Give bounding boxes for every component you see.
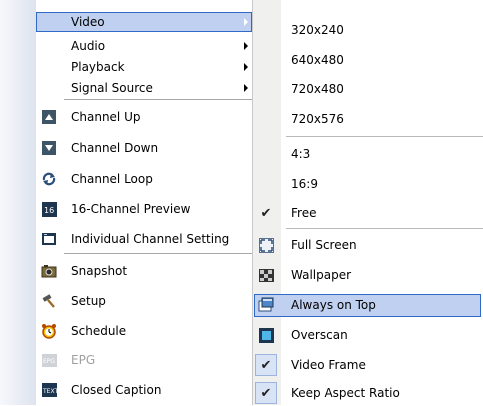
- submenu-item-label: Always on Top: [291, 298, 376, 312]
- menu-item-label: Audio: [71, 39, 106, 53]
- menu-item-schedule[interactable]: Schedule: [0, 321, 258, 341]
- submenu-item-free[interactable]: ✔ Free: [252, 200, 483, 226]
- menu-item-label: Snapshot: [71, 264, 128, 278]
- submenu-item-4-3[interactable]: 4:3: [252, 141, 483, 167]
- video-submenu: 320x240 640x480 720x480 720x576 4:3 16:9…: [252, 0, 483, 405]
- submenu-item-always-on-top[interactable]: Always on Top: [252, 292, 483, 318]
- epg-icon: EPG: [41, 352, 57, 368]
- submenu-item-overscan[interactable]: Overscan: [252, 322, 483, 348]
- submenu-item-320x240[interactable]: 320x240: [252, 17, 483, 43]
- submenu-arrow-icon: [244, 18, 248, 26]
- menu-item-video[interactable]: Video: [0, 13, 258, 31]
- text-icon: TEXT: [41, 382, 57, 398]
- menu-item-channel-loop[interactable]: Channel Loop: [0, 169, 258, 189]
- menu-separator: [64, 253, 252, 254]
- channel-loop-icon: [41, 171, 57, 187]
- menu-item-signal-source[interactable]: Signal Source: [0, 79, 258, 97]
- fullscreen-icon: [258, 237, 274, 253]
- menu-item-label: Individual Channel Setting: [71, 232, 230, 246]
- submenu-separator: [286, 136, 483, 137]
- menu-item-label: Schedule: [71, 324, 127, 338]
- submenu-item-full-screen[interactable]: Full Screen: [252, 232, 483, 258]
- svg-text:TEXT: TEXT: [42, 388, 57, 395]
- submenu-item-label: Wallpaper: [291, 268, 352, 282]
- overscan-icon: [258, 327, 274, 343]
- menu-item-individual-channel-setting[interactable]: Individual Channel Setting: [0, 229, 258, 249]
- menu-item-channel-up[interactable]: Channel Up: [0, 107, 258, 127]
- submenu-arrow-icon: [244, 42, 248, 50]
- menu-item-channel-down[interactable]: Channel Down: [0, 138, 258, 158]
- menu-item-label: Closed Caption: [71, 383, 162, 397]
- menu-item-setup[interactable]: Setup: [0, 291, 258, 311]
- menu-item-snapshot[interactable]: Snapshot: [0, 261, 258, 281]
- submenu-arrow-icon: [244, 84, 248, 92]
- menu-item-label: 16-Channel Preview: [71, 202, 191, 216]
- checkmark-icon: ✔: [260, 385, 272, 401]
- svg-text:16: 16: [44, 206, 54, 215]
- submenu-item-720x576[interactable]: 720x576: [252, 106, 483, 132]
- always-on-top-icon: [258, 297, 274, 313]
- menu-item-audio[interactable]: Audio: [0, 37, 258, 55]
- menu-item-label: Channel Down: [71, 141, 159, 155]
- submenu-item-label: 640x480: [291, 53, 344, 67]
- menu-item-label: Setup: [71, 294, 106, 308]
- menu-item-label: Channel Loop: [71, 172, 153, 186]
- submenu-item-label: 4:3: [291, 147, 311, 161]
- menu-item-16-channel-preview[interactable]: 16 16-Channel Preview: [0, 199, 258, 219]
- menu-item-closed-caption[interactable]: TEXT Closed Caption: [0, 380, 258, 400]
- submenu-item-label: Free: [291, 206, 317, 220]
- submenu-item-keep-aspect-ratio[interactable]: ✔ Keep Aspect Ratio: [252, 380, 483, 406]
- checkmark-icon: ✔: [260, 357, 272, 373]
- submenu-item-640x480[interactable]: 640x480: [252, 47, 483, 73]
- svg-text:EPG: EPG: [43, 358, 55, 365]
- submenu-item-720x480[interactable]: 720x480: [252, 76, 483, 102]
- channel-down-icon: [41, 140, 57, 156]
- menu-separator: [64, 99, 252, 100]
- channel-setting-icon: [41, 231, 57, 247]
- submenu-item-label: Overscan: [291, 328, 348, 342]
- menu-item-label: Playback: [71, 60, 125, 74]
- alarm-clock-icon: [41, 323, 57, 339]
- menu-item-label: Channel Up: [71, 110, 141, 124]
- context-menu: Video Audio Playback Signal Source Chann…: [0, 0, 259, 405]
- menu-item-epg: EPG EPG: [0, 350, 258, 370]
- submenu-item-wallpaper[interactable]: Wallpaper: [252, 262, 483, 288]
- menu-item-playback[interactable]: Playback: [0, 58, 258, 76]
- submenu-separator: [286, 228, 483, 229]
- menu-item-label: EPG: [71, 353, 96, 367]
- submenu-arrow-icon: [244, 63, 248, 71]
- submenu-item-16-9[interactable]: 16:9: [252, 171, 483, 197]
- menu-item-label: Video: [71, 15, 105, 29]
- submenu-item-label: 720x576: [291, 112, 344, 126]
- submenu-item-label: Full Screen: [291, 238, 357, 252]
- submenu-item-label: 320x240: [291, 23, 344, 37]
- submenu-item-label: Video Frame: [291, 358, 366, 372]
- menu-item-label: Signal Source: [71, 81, 153, 95]
- submenu-item-label: Keep Aspect Ratio: [291, 386, 400, 400]
- channel-up-icon: [41, 109, 57, 125]
- submenu-item-label: 16:9: [291, 177, 318, 191]
- submenu-item-video-frame[interactable]: ✔ Video Frame: [252, 352, 483, 378]
- sixteen-channel-icon: 16: [41, 201, 57, 217]
- wallpaper-icon: [258, 267, 274, 283]
- hammer-icon: [41, 293, 57, 309]
- checkmark-icon: ✔: [260, 205, 272, 221]
- submenu-item-label: 720x480: [291, 82, 344, 96]
- camera-icon: [41, 263, 57, 279]
